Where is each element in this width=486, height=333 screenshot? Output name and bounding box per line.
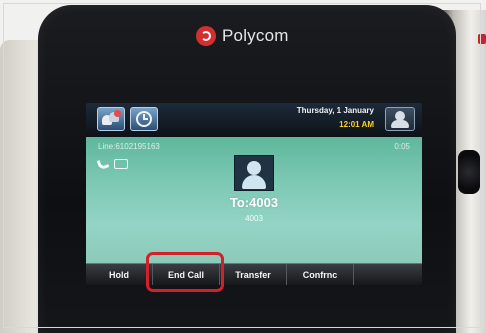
polycom-logo-icon [196,26,216,46]
softkey-bar: Hold End Call Transfer Confrnc [86,263,422,285]
empty-softkey[interactable] [354,264,422,285]
profile-button[interactable] [385,107,415,131]
contacts-button[interactable] [97,107,125,131]
hd-audio-icon [114,159,128,169]
contact-avatar [234,155,274,191]
hold-softkey[interactable]: Hold [86,264,153,285]
brand-logo: Polycom [196,26,289,46]
transfer-softkey[interactable]: Transfer [220,264,287,285]
status-bar: Thursday, 1 January 12:01 AM [86,103,422,137]
call-duration: 0:05 [394,142,410,151]
indicator-light [478,34,486,44]
photo: Polycom Thursday, 1 January 12:01 AM Lin… [0,0,486,333]
line-label: Line:6102195163 [98,142,160,151]
call-status-icons [96,157,128,171]
time-label: 12:01 AM [339,120,374,129]
recent-calls-button[interactable] [130,107,158,131]
brand-name: Polycom [222,26,289,45]
conference-softkey[interactable]: Confrnc [287,264,354,285]
call-number: 4003 [245,214,263,223]
handset-icon [96,157,110,171]
date-label: Thursday, 1 January [296,106,374,115]
side-knob[interactable] [458,150,480,194]
contacts-icon [102,110,121,126]
active-call-panel: Line:6102195163 0:05 To:4003 4003 [86,137,422,263]
clock-icon [136,111,152,127]
call-destination: To:4003 [229,195,279,210]
end-call-softkey[interactable]: End Call [153,264,220,285]
phone-screen: Thursday, 1 January 12:01 AM Line:610219… [86,103,422,285]
